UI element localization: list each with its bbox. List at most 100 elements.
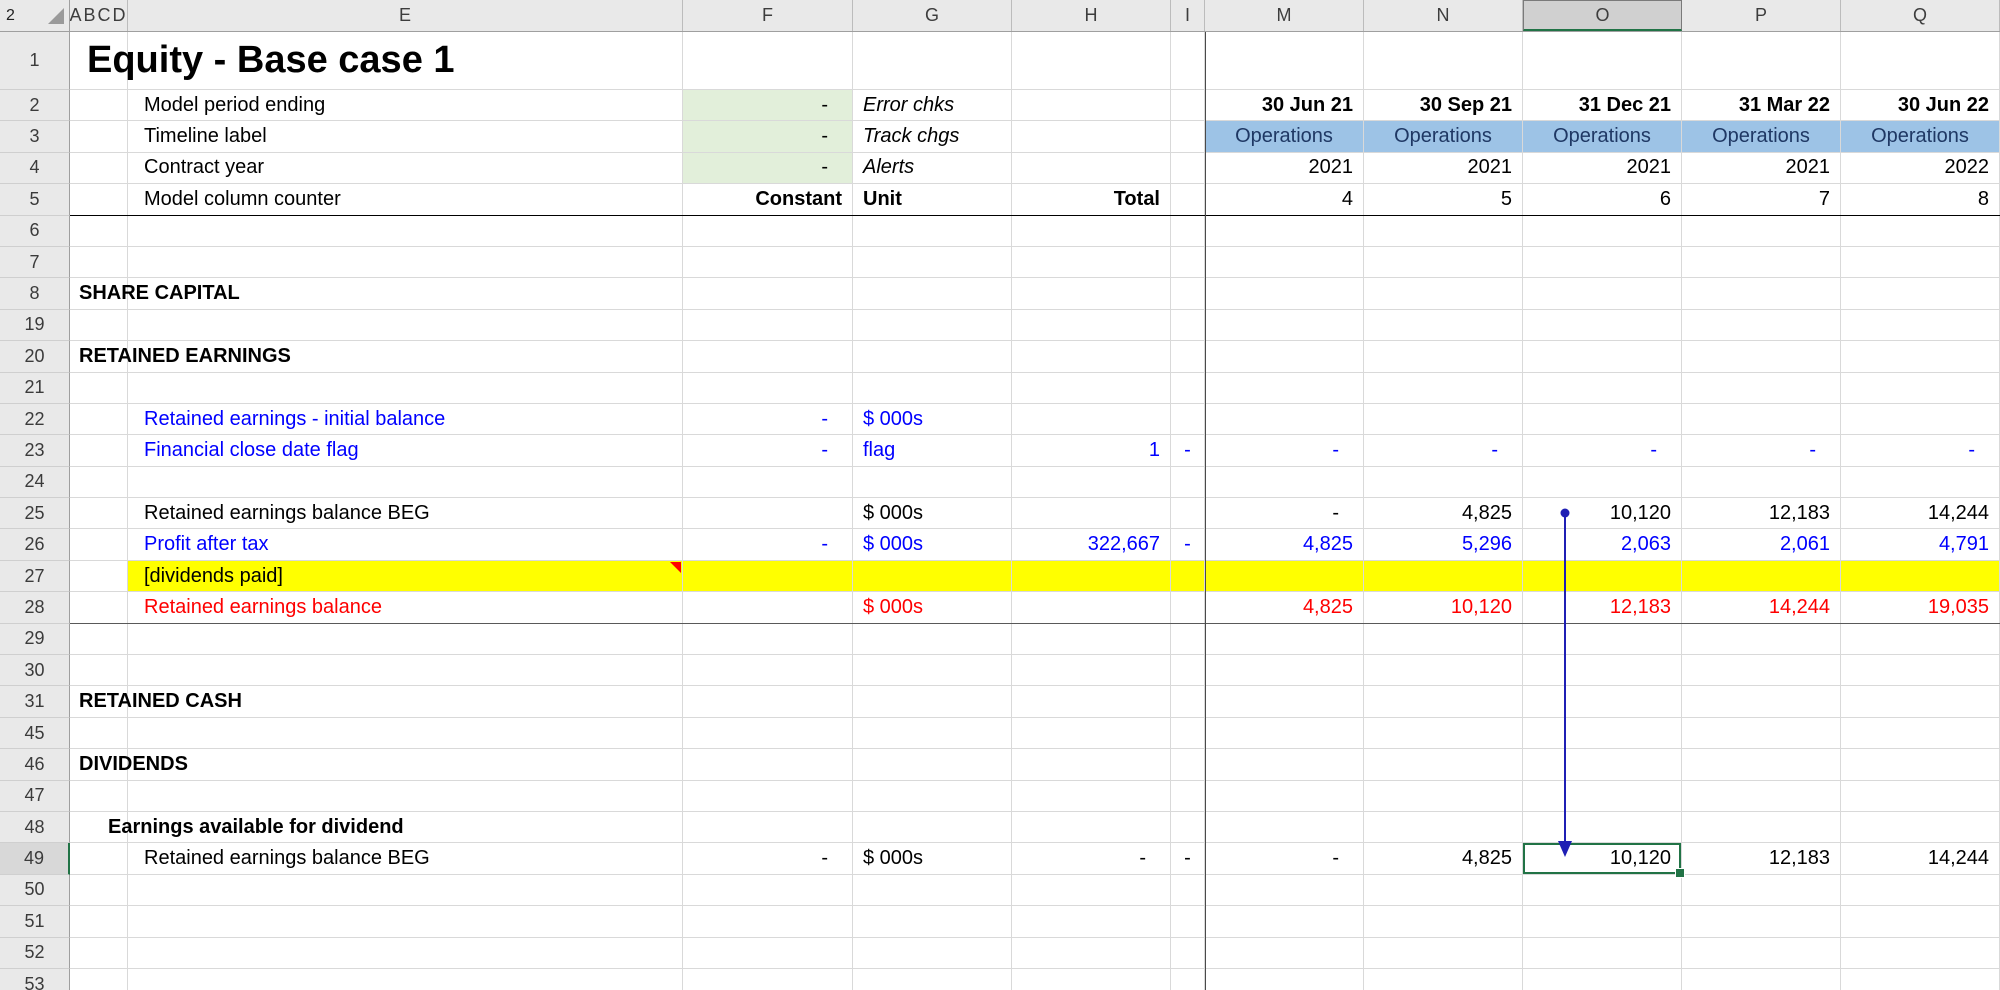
cell-M2[interactable]: 30 Jun 21 xyxy=(1205,90,1364,122)
cell-Q5[interactable]: 8 xyxy=(1841,184,2000,216)
cell-O1[interactable] xyxy=(1523,32,1682,90)
cell-Q3[interactable]: Operations xyxy=(1841,121,2000,153)
cell-A51[interactable] xyxy=(70,906,128,938)
cell-E19[interactable] xyxy=(128,309,683,342)
row-header-2[interactable]: 2 xyxy=(0,90,70,122)
cell-Q52[interactable] xyxy=(1841,937,2000,969)
cell-G5[interactable]: Unit xyxy=(853,184,1012,216)
cell-N1[interactable] xyxy=(1364,32,1523,90)
cell-A19[interactable] xyxy=(70,309,128,342)
cell-M49[interactable]: - xyxy=(1205,843,1364,875)
cell-F52[interactable] xyxy=(683,937,853,969)
cell-G47[interactable] xyxy=(853,780,1012,812)
cell-A28[interactable] xyxy=(70,592,128,624)
cell-Q31[interactable] xyxy=(1841,686,2000,718)
cell-G27[interactable] xyxy=(853,560,1012,593)
cell-N3[interactable]: Operations xyxy=(1364,121,1523,153)
cell-P6[interactable] xyxy=(1682,215,1841,247)
cell-P24[interactable] xyxy=(1682,466,1841,499)
cell-G2[interactable]: Error chks xyxy=(853,90,1012,122)
cell-Q23[interactable]: - xyxy=(1841,435,2000,467)
cell-A48[interactable]: Earnings available for dividend xyxy=(70,811,404,844)
cell-E52[interactable] xyxy=(128,937,683,969)
cell-H45[interactable] xyxy=(1012,717,1171,750)
cell-F6[interactable] xyxy=(683,215,853,247)
row-header-3[interactable]: 3 xyxy=(0,121,70,153)
cell-N2[interactable]: 30 Sep 21 xyxy=(1364,90,1523,122)
row-header-19[interactable]: 19 xyxy=(0,309,70,342)
cell-O2[interactable]: 31 Dec 21 xyxy=(1523,90,1682,122)
row-header-23[interactable]: 23 xyxy=(0,435,70,467)
cell-E5[interactable]: Model column counter xyxy=(128,184,683,216)
cell-P22[interactable] xyxy=(1682,403,1841,436)
cell-P27[interactable] xyxy=(1682,560,1841,593)
cell-N52[interactable] xyxy=(1364,937,1523,969)
cell-N25[interactable]: 4,825 xyxy=(1364,498,1523,530)
cell-M20[interactable] xyxy=(1205,341,1364,373)
cell-F25[interactable] xyxy=(683,498,853,530)
cell-G51[interactable] xyxy=(853,906,1012,938)
cell-P26[interactable]: 2,061 xyxy=(1682,529,1841,561)
cell-N5[interactable]: 5 xyxy=(1364,184,1523,216)
cell-A1[interactable]: Equity - Base case 1 xyxy=(70,32,455,90)
cell-P52[interactable] xyxy=(1682,937,1841,969)
cell-A30[interactable] xyxy=(70,655,128,687)
row-header-20[interactable]: 20 xyxy=(0,341,70,373)
cell-F23[interactable]: - xyxy=(683,435,853,467)
cell-I46[interactable] xyxy=(1171,749,1205,781)
column-header-ABCD[interactable]: ABCD xyxy=(70,0,128,31)
cell-Q25[interactable]: 14,244 xyxy=(1841,498,2000,530)
cell-O49[interactable]: 10,120 xyxy=(1523,843,1685,879)
cell-H25[interactable] xyxy=(1012,498,1171,530)
cell-M27[interactable] xyxy=(1205,560,1364,593)
row-header-48[interactable]: 48 xyxy=(0,811,70,844)
cell-F21[interactable] xyxy=(683,372,853,404)
cell-P48[interactable] xyxy=(1682,811,1841,844)
cell-I22[interactable] xyxy=(1171,403,1205,436)
row-header-1[interactable]: 1 xyxy=(0,32,70,90)
cell-H52[interactable] xyxy=(1012,937,1171,969)
cell-H24[interactable] xyxy=(1012,466,1171,499)
cell-G25[interactable]: $ 000s xyxy=(853,498,1012,530)
cell-M28[interactable]: 4,825 xyxy=(1205,592,1364,624)
cell-A49[interactable] xyxy=(70,843,128,875)
cell-O31[interactable] xyxy=(1523,686,1682,718)
cell-G3[interactable]: Track chgs xyxy=(853,121,1012,153)
cell-G45[interactable] xyxy=(853,717,1012,750)
row-header-52[interactable]: 52 xyxy=(0,937,70,969)
cell-O24[interactable] xyxy=(1523,466,1682,499)
cell-G52[interactable] xyxy=(853,937,1012,969)
cell-P47[interactable] xyxy=(1682,780,1841,812)
cell-Q29[interactable] xyxy=(1841,623,2000,656)
cell-F4[interactable]: - xyxy=(683,152,853,185)
cell-P45[interactable] xyxy=(1682,717,1841,750)
cell-F50[interactable] xyxy=(683,874,853,907)
cell-I24[interactable] xyxy=(1171,466,1205,499)
cell-E26[interactable]: Profit after tax xyxy=(128,529,683,561)
cell-N27[interactable] xyxy=(1364,560,1523,593)
cell-N21[interactable] xyxy=(1364,372,1523,404)
cell-Q26[interactable]: 4,791 xyxy=(1841,529,2000,561)
cell-H46[interactable] xyxy=(1012,749,1171,781)
cell-F7[interactable] xyxy=(683,246,853,279)
cell-G7[interactable] xyxy=(853,246,1012,279)
cell-H51[interactable] xyxy=(1012,906,1171,938)
cell-A20[interactable]: RETAINED EARNINGS xyxy=(70,341,291,373)
cell-G6[interactable] xyxy=(853,215,1012,247)
cell-G8[interactable] xyxy=(853,278,1012,310)
cell-G46[interactable] xyxy=(853,749,1012,781)
cell-O28[interactable]: 12,183 xyxy=(1523,592,1682,624)
cell-Q50[interactable] xyxy=(1841,874,2000,907)
cell-E53[interactable] xyxy=(128,968,683,990)
row-header-50[interactable]: 50 xyxy=(0,874,70,907)
cell-A24[interactable] xyxy=(70,466,128,499)
cell-A52[interactable] xyxy=(70,937,128,969)
cell-A53[interactable] xyxy=(70,968,128,990)
cell-F30[interactable] xyxy=(683,655,853,687)
cell-G22[interactable]: $ 000s xyxy=(853,403,1012,436)
cell-M3[interactable]: Operations xyxy=(1205,121,1364,153)
cell-G20[interactable] xyxy=(853,341,1012,373)
cell-I3[interactable] xyxy=(1171,121,1205,153)
column-header-E[interactable]: E xyxy=(128,0,683,31)
cell-M1[interactable] xyxy=(1205,32,1364,90)
